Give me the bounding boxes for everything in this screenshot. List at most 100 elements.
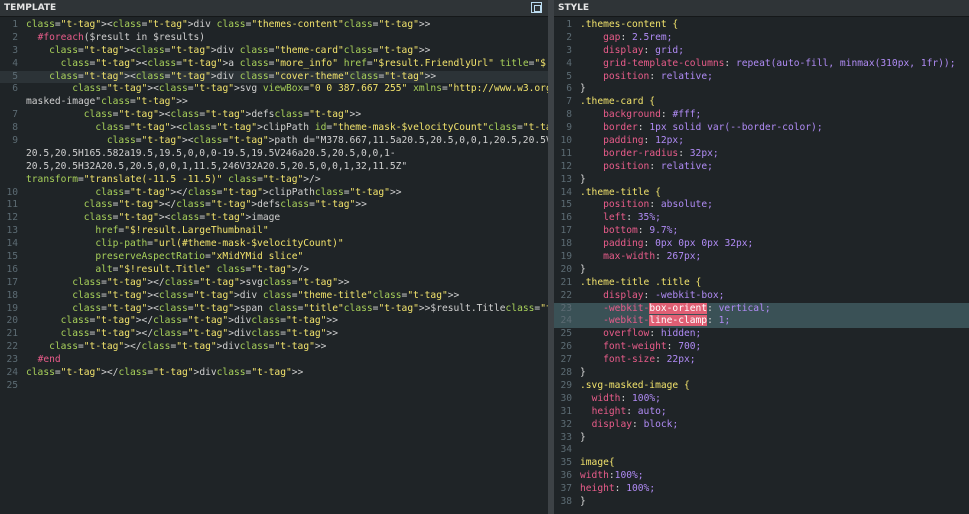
style-line[interactable]: 13} xyxy=(554,174,969,187)
code-text[interactable]: class="t-tag"><class="t-tag">span class=… xyxy=(26,303,548,314)
code-text[interactable]: } xyxy=(580,367,586,378)
code-text[interactable]: } xyxy=(580,83,586,94)
style-line[interactable]: 23 -webkit-box-orient: vertical; xyxy=(554,302,969,316)
code-text[interactable]: class="t-tag"></class="t-tag">clipPathcl… xyxy=(26,187,401,198)
style-line[interactable]: 25 overflow: hidden; xyxy=(554,328,969,341)
code-text[interactable]: class="t-tag"><class="t-tag">image xyxy=(26,212,280,223)
code-text[interactable]: -webkit-box-orient: vertical; xyxy=(580,302,771,314)
code-text[interactable]: .theme-card { xyxy=(580,96,655,107)
code-text[interactable]: } xyxy=(580,432,586,443)
code-text[interactable]: image{ xyxy=(580,457,615,468)
code-text[interactable]: height: auto; xyxy=(580,406,667,417)
code-text[interactable]: font-weight: 700; xyxy=(580,341,701,352)
code-text[interactable]: class="t-tag"></class="t-tag">defsclass=… xyxy=(26,199,367,210)
template-line[interactable]: 5 class="t-tag"><class="t-tag">div class… xyxy=(0,70,548,84)
template-line[interactable]: 8 class="t-tag"><class="t-tag">clipPath … xyxy=(0,122,548,135)
code-text[interactable]: } xyxy=(580,264,586,275)
code-text[interactable]: class="t-tag"><class="t-tag">path d="M37… xyxy=(26,135,548,146)
code-text[interactable]: position: relative; xyxy=(580,161,713,172)
code-text[interactable]: .theme-title .title { xyxy=(580,277,701,288)
code-text[interactable]: height: 100%; xyxy=(580,483,655,494)
template-line[interactable]: 23 #end xyxy=(0,354,548,367)
style-line[interactable]: 14 .theme-title { xyxy=(554,187,969,200)
code-text[interactable]: display: -webkit-box; xyxy=(580,290,724,301)
style-line[interactable]: 7 .theme-card { xyxy=(554,96,969,109)
code-text[interactable]: alt="$!result.Title" class="t-tag">/> xyxy=(26,264,309,275)
template-line[interactable]: 2 #foreach($result in $results) xyxy=(0,32,548,45)
style-code[interactable]: 1 .themes-content {2 gap: 2.5rem; 3 displa… xyxy=(554,19,969,509)
style-line[interactable]: 8 background: #fff; xyxy=(554,109,969,122)
code-text[interactable]: -webkit-line-clamp: 1; xyxy=(580,315,730,327)
code-text[interactable]: position: relative; xyxy=(580,71,713,82)
template-pane[interactable]: TEMPLATE 1 class="t-tag"><class="t-tag">d… xyxy=(0,0,548,514)
style-line[interactable]: 24 -webkit-line-clamp: 1; xyxy=(554,315,969,329)
code-text[interactable]: width:100%; xyxy=(580,470,644,481)
code-text[interactable]: class="t-tag"><class="t-tag">clipPath id… xyxy=(26,122,548,133)
style-line[interactable]: 30 width: 100%; xyxy=(554,393,969,406)
template-line[interactable]: 24 class="t-tag"></class="t-tag">divclass… xyxy=(0,367,548,380)
style-line[interactable]: 17 bottom: 9.7%; xyxy=(554,225,969,238)
code-text[interactable]: class="t-tag"><class="t-tag">defsclass="… xyxy=(26,109,361,120)
template-line[interactable]: 10 class="t-tag"></class="t-tag">clipPat… xyxy=(0,187,548,200)
code-text[interactable]: class="t-tag"><class="t-tag">a class="mo… xyxy=(26,58,548,69)
template-line[interactable]: 14 clip-path="url(#theme-mask-$velocityC… xyxy=(0,238,548,251)
style-line[interactable]: 4 grid-template-columns: repeat(auto-fil… xyxy=(554,58,969,71)
style-line[interactable]: 38} xyxy=(554,496,969,509)
style-line[interactable]: 12 position: relative; xyxy=(554,161,969,174)
code-text[interactable]: clip-path="url(#theme-mask-$velocityCoun… xyxy=(26,238,343,249)
style-pane[interactable]: STYLE 1 .themes-content {2 gap: 2.5rem; 3 … xyxy=(554,0,969,514)
code-text[interactable]: width: 100%; xyxy=(580,393,661,404)
code-text[interactable]: border: 1px solid var(--border-color); xyxy=(580,122,823,133)
style-line[interactable]: 15 position: absolute; xyxy=(554,199,969,212)
template-line[interactable]: 20 class="t-tag"></class="t-tag">divclas… xyxy=(0,315,548,328)
code-text[interactable]: href="$!result.LargeThumbnail" xyxy=(26,225,268,236)
style-line[interactable]: 34 xyxy=(554,444,969,457)
code-text[interactable]: max-width: 267px; xyxy=(580,251,701,262)
template-line[interactable]: 22 class="t-tag"></class="t-tag">divclas… xyxy=(0,341,548,354)
code-text[interactable]: class="t-tag"><class="t-tag">div class="… xyxy=(26,45,430,56)
code-text[interactable]: #foreach($result in $results) xyxy=(26,32,206,43)
style-line[interactable]: 9 border: 1px solid var(--border-color); xyxy=(554,122,969,135)
expand-icon[interactable] xyxy=(531,2,542,13)
style-line[interactable]: 31 height: auto; xyxy=(554,406,969,419)
code-text[interactable]: class="t-tag"></class="t-tag">divclass="… xyxy=(26,367,303,378)
template-line[interactable]: 11 class="t-tag"></class="t-tag">defscla… xyxy=(0,199,548,212)
style-line[interactable]: 22 display: -webkit-box; xyxy=(554,290,969,303)
code-text[interactable]: } xyxy=(580,496,586,507)
code-text[interactable]: class="t-tag"><class="t-tag">div class="… xyxy=(26,19,430,30)
code-text[interactable]: .themes-content { xyxy=(580,19,678,30)
style-line[interactable]: 37 height: 100%; xyxy=(554,483,969,496)
style-line[interactable]: 11 border-radius: 32px; xyxy=(554,148,969,161)
code-text[interactable]: padding: 0px 0px 0px 32px; xyxy=(580,238,753,249)
template-line[interactable]: 7 class="t-tag"><class="t-tag">defsclass… xyxy=(0,109,548,122)
style-line[interactable]: 29 .svg-masked-image { xyxy=(554,380,969,393)
code-text[interactable]: background: #fff; xyxy=(580,109,701,120)
code-text[interactable]: padding: 12px; xyxy=(580,135,684,146)
style-line[interactable]: 28} xyxy=(554,367,969,380)
template-line[interactable]: 13 href="$!result.LargeThumbnail" xyxy=(0,225,548,238)
code-text[interactable]: .svg-masked-image { xyxy=(580,380,690,391)
template-line[interactable]: 6 class="t-tag"><class="t-tag">svg viewB… xyxy=(0,83,548,96)
template-line[interactable]: 19 class="t-tag"><class="t-tag">span cla… xyxy=(0,303,548,316)
code-text[interactable]: class="t-tag"></class="t-tag">divclass="… xyxy=(26,315,338,326)
template-line[interactable]: 9 class="t-tag"><class="t-tag">path d="M… xyxy=(0,135,548,148)
style-line[interactable]: 35 image{ xyxy=(554,457,969,470)
code-text[interactable]: class="t-tag"><class="t-tag">div class="… xyxy=(26,71,436,82)
template-code[interactable]: 1 class="t-tag"><class="t-tag">div class=… xyxy=(0,19,548,393)
style-line[interactable]: 5 position: relative; xyxy=(554,71,969,84)
style-line[interactable]: 3 display: grid; xyxy=(554,45,969,58)
template-line[interactable]: 15 preserveAspectRatio="xMidYMid slice" xyxy=(0,251,548,264)
code-text[interactable]: bottom: 9.7%; xyxy=(580,225,678,236)
style-line[interactable]: 19 max-width: 267px; xyxy=(554,251,969,264)
style-line[interactable]: 36 width:100%; xyxy=(554,470,969,483)
style-line[interactable]: 16 left: 35%; xyxy=(554,212,969,225)
code-text[interactable]: class="t-tag"></class="t-tag">svgclass="… xyxy=(26,277,349,288)
style-line[interactable]: 33} xyxy=(554,432,969,445)
style-line[interactable]: 32 display: block; xyxy=(554,419,969,432)
style-line[interactable]: 18 padding: 0px 0px 0px 32px; xyxy=(554,238,969,251)
style-line[interactable]: 2 gap: 2.5rem; xyxy=(554,32,969,45)
code-text[interactable]: preserveAspectRatio="xMidYMid slice" xyxy=(26,251,303,262)
code-text[interactable]: display: block; xyxy=(580,419,679,430)
code-text[interactable]: class="t-tag"></class="t-tag">divclass="… xyxy=(26,328,338,339)
template-line[interactable]: 20.5,20.5H165.582a19.5,19.5,0,0,0-19.5,1… xyxy=(0,148,548,161)
